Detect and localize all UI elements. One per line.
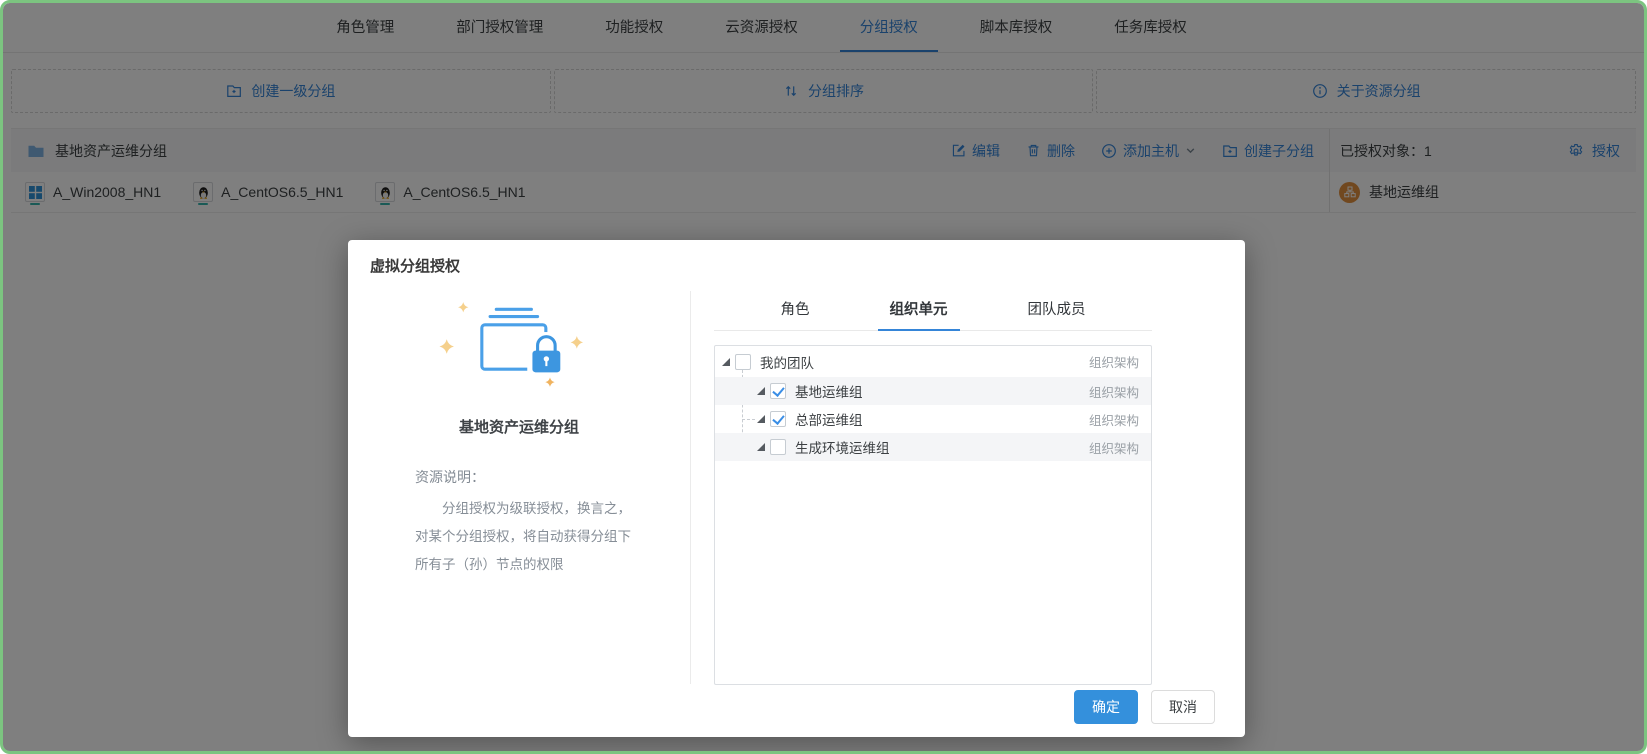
virtual-group-auth-dialog: 虚拟分组授权 基地资产运维分组 资源说明： 分组授权为级联授权，换言之，对某个分… [348,240,1245,737]
tree-checkbox[interactable] [770,411,786,427]
dialog-tabs: 角色 组织单元 团队成员 [714,291,1152,331]
dialog-tab-team-member[interactable]: 团队成员 [1016,298,1098,330]
folder-lock-illustration [439,302,584,387]
tree-node-label[interactable]: 我的团队 [760,352,814,372]
ok-button[interactable]: 确定 [1074,690,1138,724]
tree-row: 总部运维组 组织架构 [715,405,1151,433]
tree-node-type: 组织架构 [1088,441,1139,456]
tree-node-type: 组织架构 [1088,385,1139,400]
org-tree: 我的团队 组织架构 基地运维组 组织架构 总部运维组 组织架构 生成环境运维组 … [714,345,1152,685]
dialog-group-name: 基地资产运维分组 [458,419,579,436]
tree-row: 我的团队 组织架构 [715,346,1151,377]
caret-expanded-icon[interactable] [757,387,765,395]
dialog-right-pane: 角色 组织单元 团队成员 我的团队 组织架构 基地运维组 组织架构 总部运维组 … [691,291,1245,685]
tree-node-label[interactable]: 基地运维组 [795,381,863,401]
tree-checkbox[interactable] [770,383,786,399]
resource-description-text: 分组授权为级联授权，换言之，对某个分组授权，将自动获得分组下所有子（孙）节点的权… [415,501,631,572]
tree-checkbox[interactable] [735,353,751,370]
tree-row: 基地运维组 组织架构 [715,377,1151,405]
tree-node-type: 组织架构 [1088,413,1139,428]
dialog-left-pane: 基地资产运维分组 资源说明： 分组授权为级联授权，换言之，对某个分组授权，将自动… [348,291,691,684]
cancel-button[interactable]: 取消 [1151,690,1215,724]
caret-expanded-icon[interactable] [757,443,765,451]
dialog-tab-org-unit[interactable]: 组织单元 [877,298,960,331]
tree-row: 生成环境运维组 组织架构 [715,433,1151,461]
caret-expanded-icon[interactable] [757,415,765,423]
dialog-tab-role[interactable]: 角色 [769,298,822,330]
resource-description-label: 资源说明： [415,469,485,485]
caret-expanded-icon[interactable] [722,357,730,366]
tree-node-label[interactable]: 总部运维组 [795,409,863,429]
tree-node-label[interactable]: 生成环境运维组 [795,437,890,457]
dialog-content: 基地资产运维分组 资源说明： 分组授权为级联授权，换言之，对某个分组授权，将自动… [348,291,1245,685]
app-window: 角色管理 部门授权管理 功能授权 云资源授权 分组授权 脚本库授权 任务库授权 … [0,0,1647,754]
tree-checkbox[interactable] [770,439,786,455]
tree-node-type: 组织架构 [1088,356,1139,370]
dialog-title: 虚拟分组授权 [370,258,461,275]
dialog-footer: 确定 取消 [1074,690,1215,724]
